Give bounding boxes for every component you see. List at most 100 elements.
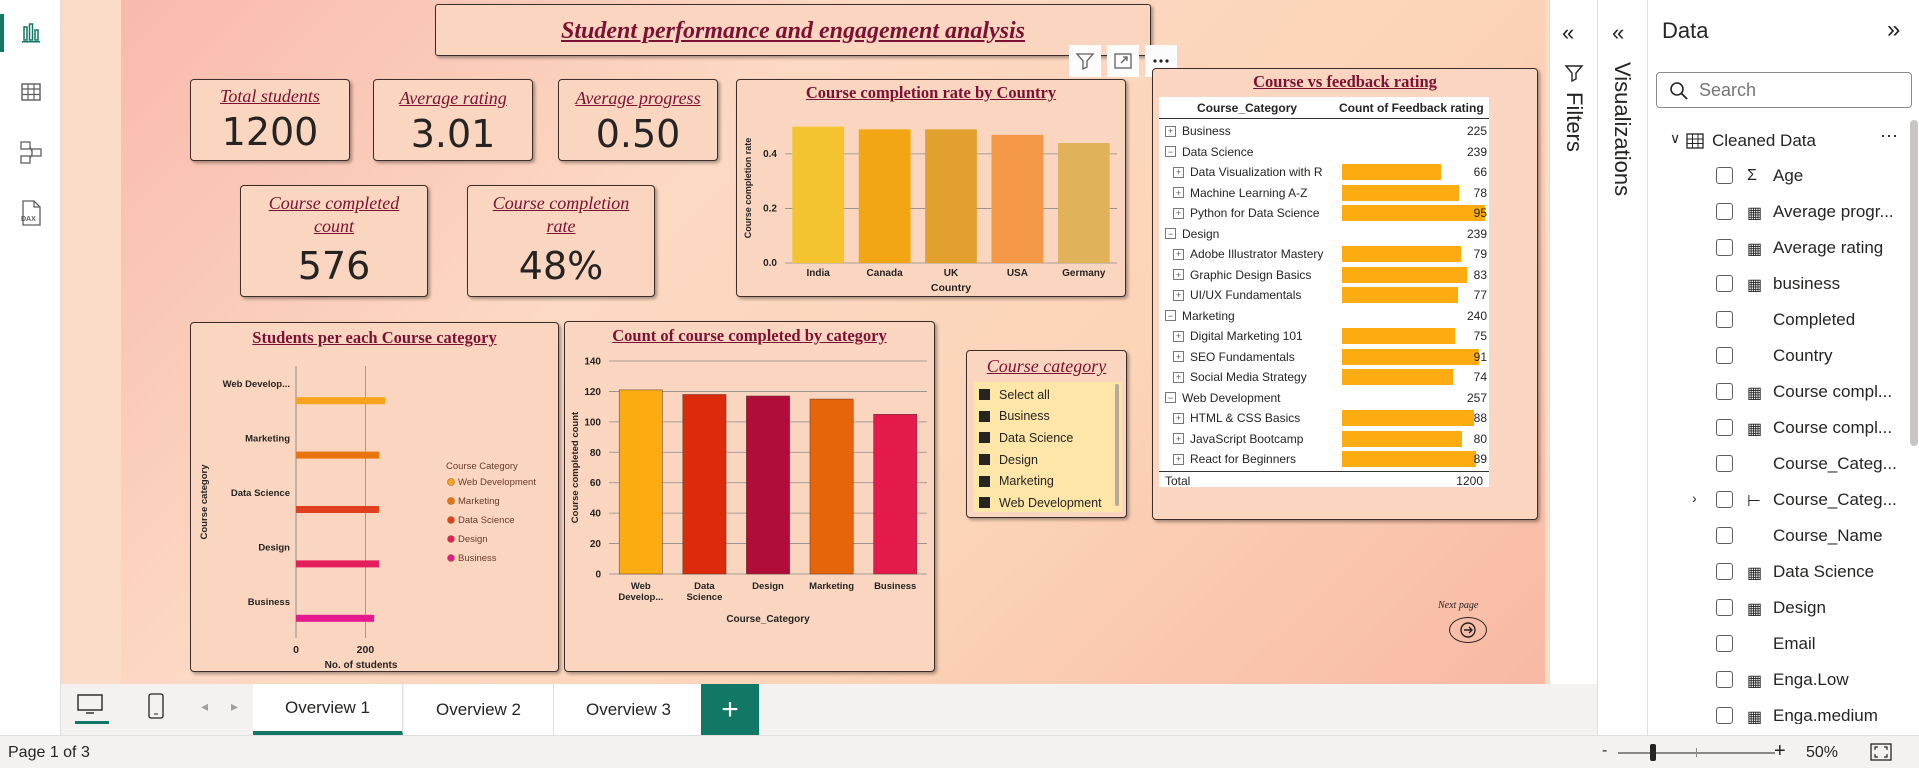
collapse-data-pane-icon[interactable]: »: [1887, 16, 1900, 44]
legend-item[interactable]: Marketing: [458, 496, 500, 507]
bar[interactable]: [991, 134, 1044, 263]
search-input[interactable]: [1699, 79, 1899, 101]
expand-icon[interactable]: +: [1173, 371, 1184, 383]
chart-completed-by-category[interactable]: Count of course completed by category 0 2…: [564, 321, 935, 672]
matrix-child-row[interactable]: + React for Beginners 89: [1159, 449, 1489, 470]
expand-icon[interactable]: +: [1173, 330, 1184, 342]
slicer-item[interactable]: Data Science: [979, 427, 1107, 449]
scroll-tabs-left-icon[interactable]: ◂: [201, 698, 208, 715]
bar[interactable]: [296, 451, 380, 459]
field-item[interactable]: ▦ Average rating: [1648, 230, 1913, 266]
collapse-filters-icon[interactable]: «: [1562, 20, 1574, 46]
bar[interactable]: [618, 389, 663, 575]
tab-overview-2[interactable]: Overview 2: [404, 684, 554, 735]
matrix-child-row[interactable]: + UI/UX Fundamentals 77: [1159, 285, 1489, 306]
scroll-tabs-right-icon[interactable]: ▸: [231, 698, 238, 715]
expand-icon[interactable]: +: [1173, 248, 1184, 260]
filters-pane[interactable]: « Filters: [1549, 0, 1597, 684]
matrix-child-row[interactable]: + Adobe Illustrator Mastery 79: [1159, 244, 1489, 265]
report-view-icon[interactable]: [14, 16, 48, 50]
field-checkbox[interactable]: [1716, 563, 1733, 580]
matrix-child-row[interactable]: + SEO Fundamentals 91: [1159, 347, 1489, 368]
next-page-button[interactable]: [1449, 617, 1487, 643]
mobile-layout-icon[interactable]: [147, 692, 165, 725]
field-checkbox[interactable]: [1716, 311, 1733, 328]
expand-icon[interactable]: +: [1173, 207, 1184, 219]
field-item[interactable]: Σ Age: [1648, 158, 1913, 194]
field-item[interactable]: ▦ Course compl...: [1648, 374, 1913, 410]
checkbox-icon[interactable]: [979, 389, 990, 401]
field-checkbox[interactable]: [1716, 347, 1733, 364]
expand-icon[interactable]: +: [1173, 351, 1184, 363]
matrix-col-header[interactable]: Count of Feedback rating: [1339, 101, 1484, 115]
model-view-icon[interactable]: [14, 135, 48, 169]
expand-icon[interactable]: +: [1173, 166, 1184, 178]
checkbox-icon[interactable]: [979, 475, 990, 487]
field-checkbox[interactable]: [1716, 203, 1733, 220]
field-checkbox[interactable]: [1716, 167, 1733, 184]
bar[interactable]: [296, 560, 379, 568]
field-item[interactable]: ▦ Enga.medium: [1648, 698, 1913, 724]
matrix-child-row[interactable]: + Machine Learning A-Z 78: [1159, 183, 1489, 204]
visualizations-pane[interactable]: « Visualizations: [1597, 0, 1647, 735]
more-options-icon[interactable]: ⋯: [1880, 126, 1898, 147]
matrix-child-row[interactable]: + Social Media Strategy 74: [1159, 367, 1489, 388]
visualizations-label[interactable]: Visualizations: [1609, 62, 1635, 196]
field-checkbox[interactable]: [1716, 239, 1733, 256]
field-checkbox[interactable]: [1716, 383, 1733, 400]
matrix-col-header[interactable]: Course_Category: [1197, 101, 1297, 115]
expand-icon[interactable]: +: [1173, 453, 1184, 465]
field-item[interactable]: ▦ Data Science: [1648, 554, 1913, 590]
bar[interactable]: [296, 614, 375, 622]
field-checkbox[interactable]: [1716, 455, 1733, 472]
matrix-category-row[interactable]: − Marketing 240: [1159, 306, 1489, 327]
bar[interactable]: [925, 129, 977, 263]
desktop-layout-icon[interactable]: [75, 692, 109, 724]
collapse-icon[interactable]: −: [1165, 392, 1176, 404]
filters-label[interactable]: Filters: [1561, 92, 1587, 152]
add-page-button[interactable]: +: [701, 684, 759, 735]
legend-item[interactable]: Web Development: [458, 477, 536, 488]
legend-item[interactable]: Data Science: [458, 515, 515, 526]
matrix-child-row[interactable]: + Graphic Design Basics 83: [1159, 265, 1489, 286]
matrix-category-row[interactable]: − Web Development 257: [1159, 388, 1489, 409]
matrix-child-row[interactable]: + Digital Marketing 101 75: [1159, 326, 1489, 347]
field-checkbox[interactable]: [1716, 671, 1733, 688]
slicer-item[interactable]: Select all: [979, 384, 1107, 406]
card-average-progress[interactable]: Average progress 0.50: [558, 79, 718, 161]
legend-item[interactable]: Design: [458, 534, 488, 545]
expand-icon[interactable]: +: [1173, 433, 1184, 445]
matrix-child-row[interactable]: + JavaScript Bootcamp 80: [1159, 429, 1489, 450]
zoom-slider-thumb[interactable]: [1649, 744, 1656, 761]
collapse-icon[interactable]: −: [1165, 310, 1176, 322]
matrix-child-row[interactable]: + Python for Data Science 95: [1159, 203, 1489, 224]
field-item[interactable]: Course_Categ...: [1648, 446, 1913, 482]
table-cleaned-data[interactable]: ∨ Cleaned Data ⋯: [1648, 124, 1913, 158]
search-box[interactable]: [1656, 72, 1912, 108]
bar[interactable]: [296, 397, 386, 405]
bar[interactable]: [792, 126, 845, 263]
field-item[interactable]: ▦ Enga.Low: [1648, 662, 1913, 698]
chart-completion-by-country[interactable]: Course completion rate by Country 0.0 0.2…: [736, 79, 1126, 297]
bar[interactable]: [809, 398, 854, 575]
bar[interactable]: [873, 414, 918, 575]
filter-icon[interactable]: [1069, 45, 1101, 77]
slicer-item[interactable]: Design: [979, 449, 1107, 471]
field-item[interactable]: › ⊢ Course_Categ...: [1648, 482, 1913, 518]
matrix-category-row[interactable]: + Business 225: [1159, 121, 1489, 142]
field-checkbox[interactable]: [1716, 491, 1733, 508]
card-total-students[interactable]: Total students 1200: [190, 79, 350, 161]
checkbox-icon[interactable]: [979, 454, 990, 466]
field-checkbox[interactable]: [1716, 707, 1733, 724]
slicer-item[interactable]: Business: [979, 406, 1107, 428]
collapse-icon[interactable]: −: [1165, 146, 1176, 158]
field-item[interactable]: Email: [1648, 626, 1913, 662]
expand-icon[interactable]: +: [1173, 289, 1184, 301]
dax-query-view-icon[interactable]: DAX: [14, 196, 48, 230]
field-checkbox[interactable]: [1716, 275, 1733, 292]
matrix-child-row[interactable]: + HTML & CSS Basics 88: [1159, 408, 1489, 429]
collapse-visualizations-icon[interactable]: «: [1612, 20, 1624, 46]
slicer-scrollbar[interactable]: [1112, 382, 1122, 512]
chevron-down-icon[interactable]: ∨: [1670, 130, 1680, 147]
field-item[interactable]: ▦ business: [1648, 266, 1913, 302]
